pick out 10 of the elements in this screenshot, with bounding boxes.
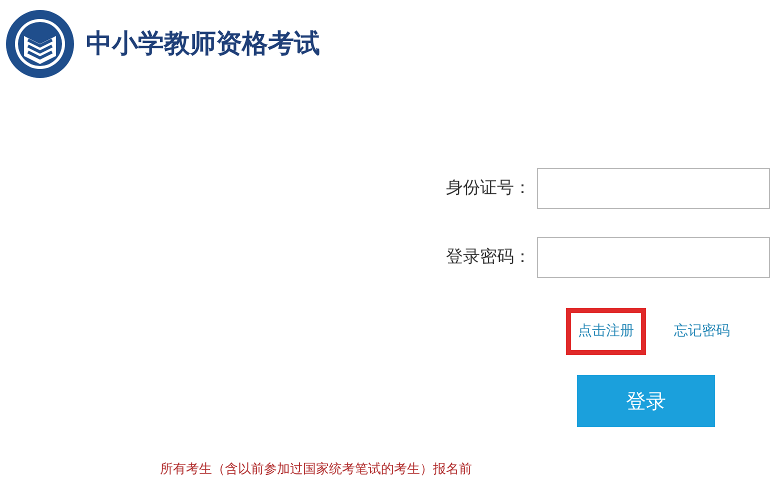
input-field[interactable] bbox=[537, 168, 770, 209]
field-label: 登录密码： bbox=[446, 246, 531, 269]
field-label: 身份证号： bbox=[446, 176, 531, 200]
logo-icon bbox=[4, 8, 76, 80]
text-link[interactable]: 忘记密码 bbox=[672, 308, 732, 355]
text-link[interactable]: 点击注册 bbox=[566, 308, 646, 355]
site-title: 中小学教师资格考试 bbox=[86, 28, 320, 60]
input-field[interactable] bbox=[537, 237, 770, 278]
login-button[interactable]: 登录 bbox=[577, 375, 715, 427]
notice-text: 所有考生（含以前参加过国家统考笔试的考生）报名前 bbox=[160, 461, 472, 479]
